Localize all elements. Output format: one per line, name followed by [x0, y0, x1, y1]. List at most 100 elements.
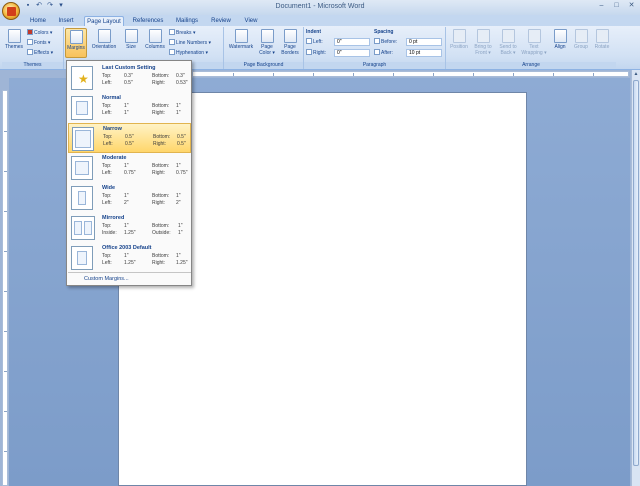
- ruler-tick: [313, 73, 314, 76]
- margins-button[interactable]: Margins: [65, 28, 87, 58]
- orientation-label: Orientation: [91, 44, 117, 50]
- line-numbers-button[interactable]: Line Numbers ▾: [169, 39, 211, 47]
- columns-button[interactable]: Columns: [143, 28, 167, 58]
- margin-option-wide[interactable]: Wide Top: 1" Bottom: 1" Left: 2" Right: …: [68, 183, 191, 213]
- ruler-tick: [4, 451, 7, 452]
- wide-preview: [71, 186, 93, 210]
- maximize-button[interactable]: □: [610, 1, 623, 11]
- indent-right-label: Right:: [306, 49, 326, 57]
- margin-area: [75, 161, 89, 175]
- ruler-tick: [393, 73, 394, 76]
- custom-margins-item[interactable]: Custom Margins...: [68, 274, 191, 284]
- bring-to-front-button[interactable]: Bring to Front ▾: [471, 28, 495, 58]
- ruler-tick: [273, 73, 274, 76]
- themes-icon: [7, 29, 21, 43]
- hyphenation-button[interactable]: Hyphenation ▾: [169, 49, 208, 57]
- watermark-label: Watermark: [228, 44, 254, 50]
- send-to-back-button[interactable]: Send to Back ▾: [496, 28, 520, 58]
- menu-separator: [68, 272, 191, 273]
- margin-area: [78, 191, 86, 205]
- spacing-before-label: Before:: [374, 38, 397, 46]
- office-2003-preview: [71, 246, 93, 270]
- tab-view[interactable]: View: [240, 16, 262, 26]
- ruler-tick: [553, 73, 554, 76]
- themes-group-label: Themes: [2, 62, 63, 69]
- close-button[interactable]: ✕: [625, 1, 638, 11]
- last-custom-preview: ★: [71, 66, 93, 90]
- office-logo-icon: [7, 7, 16, 16]
- tab-insert[interactable]: Insert: [54, 16, 78, 26]
- horizontal-ruler[interactable]: [192, 71, 629, 77]
- margin-area: [75, 130, 91, 148]
- margin-option-moderate[interactable]: Moderate Top: 1" Bottom: 1" Left: 0.75" …: [68, 153, 191, 183]
- ruler-tick: [4, 251, 7, 252]
- watermark-button[interactable]: Watermark: [226, 28, 256, 58]
- margins-dropdown: ★ Last Custom Setting Top: 0.3" Bottom: …: [66, 60, 192, 286]
- vertical-scrollbar[interactable]: ▲: [631, 70, 640, 486]
- narrow-preview: [72, 127, 94, 151]
- tab-home[interactable]: Home: [26, 16, 50, 26]
- title-bar: ▪ ↶ ↷ ▾ Document1 - Microsoft Word – □ ✕: [0, 0, 640, 15]
- margin-area: [84, 221, 92, 235]
- indent-right-icon: [306, 49, 312, 55]
- theme-colors-button[interactable]: Colors ▾: [27, 29, 52, 37]
- tab-page-layout[interactable]: Page Layout: [84, 16, 124, 26]
- minimize-button[interactable]: –: [595, 1, 608, 11]
- margin-option-last-custom[interactable]: ★ Last Custom Setting Top: 0.3" Bottom: …: [68, 63, 191, 93]
- group-button[interactable]: Group: [571, 28, 591, 58]
- ruler-tick: [473, 73, 474, 76]
- send-to-back-icon: [501, 29, 515, 43]
- columns-label: Columns: [145, 44, 165, 50]
- size-button[interactable]: Size: [121, 28, 141, 58]
- indent-right-field[interactable]: 0": [334, 49, 370, 57]
- page-background-group: Watermark Page Color ▾ Page Borders Page…: [224, 27, 304, 69]
- window-controls: – □ ✕: [595, 1, 638, 11]
- page-color-label-2: Color ▾: [259, 50, 275, 56]
- orientation-button[interactable]: Orientation: [90, 28, 118, 58]
- themes-button[interactable]: Themes: [3, 28, 25, 58]
- hyphenation-icon: [169, 49, 175, 55]
- ruler-tick: [513, 73, 514, 76]
- theme-fonts-button[interactable]: Fonts ▾: [27, 39, 50, 47]
- margin-option-mirrored[interactable]: Mirrored Top: 1" Bottom: 1" Inside: 1.25…: [68, 213, 191, 243]
- office-button[interactable]: [2, 2, 20, 20]
- rotate-button[interactable]: Rotate: [592, 28, 612, 58]
- tab-review[interactable]: Review: [208, 16, 234, 26]
- ruler-tick: [4, 411, 7, 412]
- vertical-ruler[interactable]: [2, 90, 8, 486]
- themes-label: Themes: [4, 44, 24, 50]
- rotate-icon: [595, 29, 609, 43]
- page-color-button[interactable]: Page Color ▾: [257, 28, 277, 58]
- margin-option-office-2003[interactable]: Office 2003 Default Top: 1" Bottom: 1" L…: [68, 243, 191, 273]
- spacing-before-field[interactable]: 0 pt: [406, 38, 442, 46]
- text-wrapping-button[interactable]: Text Wrapping ▾: [521, 28, 547, 58]
- ruler-tick: [4, 171, 7, 172]
- indent-left-icon: [306, 38, 312, 44]
- size-label: Size: [126, 44, 136, 50]
- margin-area: [76, 101, 88, 115]
- fonts-icon: [27, 39, 33, 45]
- tab-mailings[interactable]: Mailings: [172, 16, 202, 26]
- tab-references[interactable]: References: [130, 16, 166, 26]
- margin-area: [77, 251, 87, 265]
- margins-icon: [69, 30, 83, 44]
- scroll-thumb[interactable]: [633, 80, 639, 466]
- margin-option-normal[interactable]: Normal Top: 1" Bottom: 1" Left: 1" Right…: [68, 93, 191, 123]
- arrange-group: Position Bring to Front ▾ Send to Back ▾…: [446, 27, 616, 69]
- theme-effects-button[interactable]: Effects ▾: [27, 49, 53, 57]
- scroll-up-icon[interactable]: ▲: [633, 71, 639, 78]
- position-button[interactable]: Position: [448, 28, 470, 58]
- spacing-after-icon: [374, 49, 380, 55]
- breaks-button[interactable]: Breaks ▾: [169, 29, 195, 37]
- paragraph-group-label: Paragraph: [304, 62, 445, 69]
- ruler-tick: [4, 331, 7, 332]
- page-borders-button[interactable]: Page Borders: [278, 28, 302, 58]
- page-background-group-label: Page Background: [224, 62, 303, 69]
- size-icon: [124, 29, 138, 43]
- indent-left-field[interactable]: 0": [334, 38, 370, 46]
- spacing-after-field[interactable]: 10 pt: [406, 49, 442, 57]
- margin-option-narrow[interactable]: Narrow Top: 0.5" Bottom: 0.5" Left: 0.5"…: [68, 123, 191, 153]
- line-numbers-icon: [169, 39, 175, 45]
- align-button[interactable]: Align: [550, 28, 570, 58]
- ruler-tick: [4, 131, 7, 132]
